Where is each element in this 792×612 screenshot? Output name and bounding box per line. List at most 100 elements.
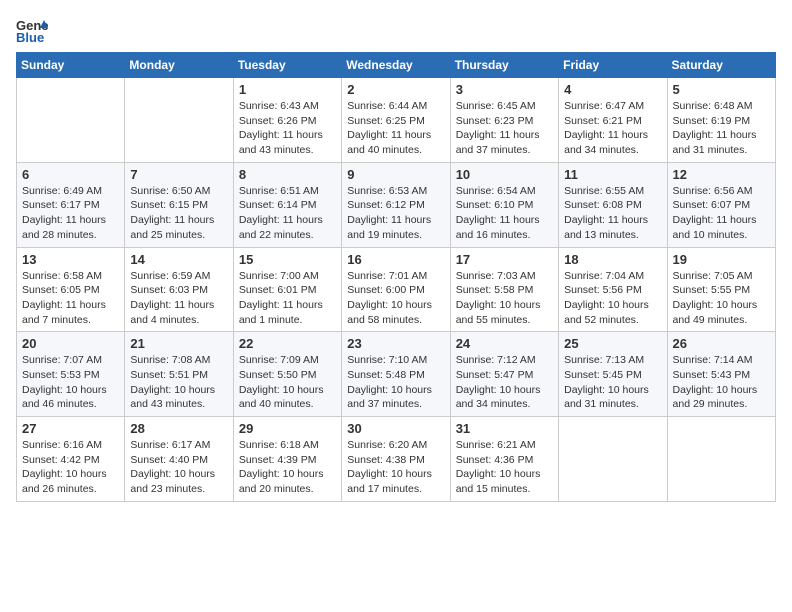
day-info: Sunrise: 6:58 AMSunset: 6:05 PMDaylight:… — [22, 269, 119, 328]
calendar-cell: 12 Sunrise: 6:56 AMSunset: 6:07 PMDayligh… — [667, 162, 775, 247]
day-info: Sunrise: 7:00 AMSunset: 6:01 PMDaylight:… — [239, 269, 336, 328]
day-number: 23 — [347, 336, 444, 351]
calendar-cell: 24 Sunrise: 7:12 AMSunset: 5:47 PMDayligh… — [450, 332, 558, 417]
column-header-monday: Monday — [125, 53, 233, 78]
day-number: 16 — [347, 252, 444, 267]
day-number: 24 — [456, 336, 553, 351]
calendar-cell: 29 Sunrise: 6:18 AMSunset: 4:39 PMDayligh… — [233, 417, 341, 502]
day-info: Sunrise: 6:56 AMSunset: 6:07 PMDaylight:… — [673, 184, 770, 243]
calendar-cell: 25 Sunrise: 7:13 AMSunset: 5:45 PMDayligh… — [559, 332, 667, 417]
day-info: Sunrise: 6:17 AMSunset: 4:40 PMDaylight:… — [130, 438, 227, 497]
calendar-cell: 9Sunrise: 6:53 AMSunset: 6:12 PMDaylight… — [342, 162, 450, 247]
day-info: Sunrise: 6:54 AMSunset: 6:10 PMDaylight:… — [456, 184, 553, 243]
logo-icon: General Blue — [16, 16, 48, 44]
day-number: 9 — [347, 167, 444, 182]
day-number: 3 — [456, 82, 553, 97]
day-info: Sunrise: 6:55 AMSunset: 6:08 PMDaylight:… — [564, 184, 661, 243]
day-info: Sunrise: 7:13 AMSunset: 5:45 PMDaylight:… — [564, 353, 661, 412]
day-info: Sunrise: 7:08 AMSunset: 5:51 PMDaylight:… — [130, 353, 227, 412]
day-number: 17 — [456, 252, 553, 267]
day-info: Sunrise: 6:20 AMSunset: 4:38 PMDaylight:… — [347, 438, 444, 497]
svg-text:Blue: Blue — [16, 30, 44, 44]
calendar-week-5: 27 Sunrise: 6:16 AMSunset: 4:42 PMDayligh… — [17, 417, 776, 502]
calendar-cell: 31 Sunrise: 6:21 AMSunset: 4:36 PMDayligh… — [450, 417, 558, 502]
calendar-cell: 15 Sunrise: 7:00 AMSunset: 6:01 PMDayligh… — [233, 247, 341, 332]
calendar-cell — [559, 417, 667, 502]
calendar-week-2: 6 Sunrise: 6:49 AMSunset: 6:17 PMDaylight… — [17, 162, 776, 247]
day-info: Sunrise: 6:21 AMSunset: 4:36 PMDaylight:… — [456, 438, 553, 497]
day-number: 13 — [22, 252, 119, 267]
day-number: 27 — [22, 421, 119, 436]
day-info: Sunrise: 7:10 AMSunset: 5:48 PMDaylight:… — [347, 353, 444, 412]
calendar-cell: 3Sunrise: 6:45 AMSunset: 6:23 PMDaylight… — [450, 78, 558, 163]
day-info: Sunrise: 6:47 AMSunset: 6:21 PMDaylight:… — [564, 99, 661, 158]
calendar-table: SundayMondayTuesdayWednesdayThursdayFrid… — [16, 52, 776, 502]
day-number: 5 — [673, 82, 770, 97]
day-number: 8 — [239, 167, 336, 182]
day-number: 1 — [239, 82, 336, 97]
day-number: 31 — [456, 421, 553, 436]
day-number: 29 — [239, 421, 336, 436]
calendar-cell: 6 Sunrise: 6:49 AMSunset: 6:17 PMDaylight… — [17, 162, 125, 247]
calendar-cell: 5 Sunrise: 6:48 AMSunset: 6:19 PMDaylight… — [667, 78, 775, 163]
day-number: 21 — [130, 336, 227, 351]
day-number: 12 — [673, 167, 770, 182]
calendar-cell: 27 Sunrise: 6:16 AMSunset: 4:42 PMDayligh… — [17, 417, 125, 502]
calendar-week-4: 20 Sunrise: 7:07 AMSunset: 5:53 PMDayligh… — [17, 332, 776, 417]
calendar-cell: 20 Sunrise: 7:07 AMSunset: 5:53 PMDayligh… — [17, 332, 125, 417]
day-info: Sunrise: 6:43 AMSunset: 6:26 PMDaylight:… — [239, 99, 336, 158]
calendar-cell: 7 Sunrise: 6:50 AMSunset: 6:15 PMDaylight… — [125, 162, 233, 247]
column-header-wednesday: Wednesday — [342, 53, 450, 78]
day-number: 7 — [130, 167, 227, 182]
calendar-cell: 10 Sunrise: 6:54 AMSunset: 6:10 PMDayligh… — [450, 162, 558, 247]
day-number: 30 — [347, 421, 444, 436]
day-info: Sunrise: 7:12 AMSunset: 5:47 PMDaylight:… — [456, 353, 553, 412]
page-header: General Blue — [16, 16, 776, 44]
day-info: Sunrise: 6:59 AMSunset: 6:03 PMDaylight:… — [130, 269, 227, 328]
day-info: Sunrise: 6:50 AMSunset: 6:15 PMDaylight:… — [130, 184, 227, 243]
calendar-cell: 18Sunrise: 7:04 AMSunset: 5:56 PMDayligh… — [559, 247, 667, 332]
day-number: 15 — [239, 252, 336, 267]
day-info: Sunrise: 7:07 AMSunset: 5:53 PMDaylight:… — [22, 353, 119, 412]
day-info: Sunrise: 7:05 AMSunset: 5:55 PMDaylight:… — [673, 269, 770, 328]
day-number: 28 — [130, 421, 227, 436]
calendar-cell: 22Sunrise: 7:09 AMSunset: 5:50 PMDayligh… — [233, 332, 341, 417]
calendar-cell: 11 Sunrise: 6:55 AMSunset: 6:08 PMDayligh… — [559, 162, 667, 247]
day-number: 18 — [564, 252, 661, 267]
column-header-saturday: Saturday — [667, 53, 775, 78]
day-number: 6 — [22, 167, 119, 182]
day-number: 25 — [564, 336, 661, 351]
day-info: Sunrise: 6:16 AMSunset: 4:42 PMDaylight:… — [22, 438, 119, 497]
column-header-tuesday: Tuesday — [233, 53, 341, 78]
calendar-cell: 26Sunrise: 7:14 AMSunset: 5:43 PMDayligh… — [667, 332, 775, 417]
calendar-cell: 17Sunrise: 7:03 AMSunset: 5:58 PMDayligh… — [450, 247, 558, 332]
calendar-cell — [17, 78, 125, 163]
day-number: 22 — [239, 336, 336, 351]
logo: General Blue — [16, 16, 52, 44]
calendar-week-1: 1 Sunrise: 6:43 AMSunset: 6:26 PMDaylight… — [17, 78, 776, 163]
calendar-cell: 28 Sunrise: 6:17 AMSunset: 4:40 PMDayligh… — [125, 417, 233, 502]
day-info: Sunrise: 7:01 AMSunset: 6:00 PMDaylight:… — [347, 269, 444, 328]
calendar-cell: 30 Sunrise: 6:20 AMSunset: 4:38 PMDayligh… — [342, 417, 450, 502]
day-info: Sunrise: 6:44 AMSunset: 6:25 PMDaylight:… — [347, 99, 444, 158]
calendar-cell: 14 Sunrise: 6:59 AMSunset: 6:03 PMDayligh… — [125, 247, 233, 332]
day-number: 14 — [130, 252, 227, 267]
day-info: Sunrise: 6:48 AMSunset: 6:19 PMDaylight:… — [673, 99, 770, 158]
day-info: Sunrise: 6:18 AMSunset: 4:39 PMDaylight:… — [239, 438, 336, 497]
day-info: Sunrise: 6:49 AMSunset: 6:17 PMDaylight:… — [22, 184, 119, 243]
day-info: Sunrise: 6:51 AMSunset: 6:14 PMDaylight:… — [239, 184, 336, 243]
day-number: 20 — [22, 336, 119, 351]
column-header-friday: Friday — [559, 53, 667, 78]
calendar-cell: 4 Sunrise: 6:47 AMSunset: 6:21 PMDaylight… — [559, 78, 667, 163]
calendar-cell: 21 Sunrise: 7:08 AMSunset: 5:51 PMDayligh… — [125, 332, 233, 417]
calendar-cell: 2Sunrise: 6:44 AMSunset: 6:25 PMDaylight… — [342, 78, 450, 163]
calendar-cell: 13 Sunrise: 6:58 AMSunset: 6:05 PMDayligh… — [17, 247, 125, 332]
column-header-sunday: Sunday — [17, 53, 125, 78]
calendar-cell: 23 Sunrise: 7:10 AMSunset: 5:48 PMDayligh… — [342, 332, 450, 417]
calendar-cell: 16 Sunrise: 7:01 AMSunset: 6:00 PMDayligh… — [342, 247, 450, 332]
day-number: 19 — [673, 252, 770, 267]
day-number: 11 — [564, 167, 661, 182]
calendar-week-3: 13 Sunrise: 6:58 AMSunset: 6:05 PMDayligh… — [17, 247, 776, 332]
day-number: 4 — [564, 82, 661, 97]
day-number: 10 — [456, 167, 553, 182]
